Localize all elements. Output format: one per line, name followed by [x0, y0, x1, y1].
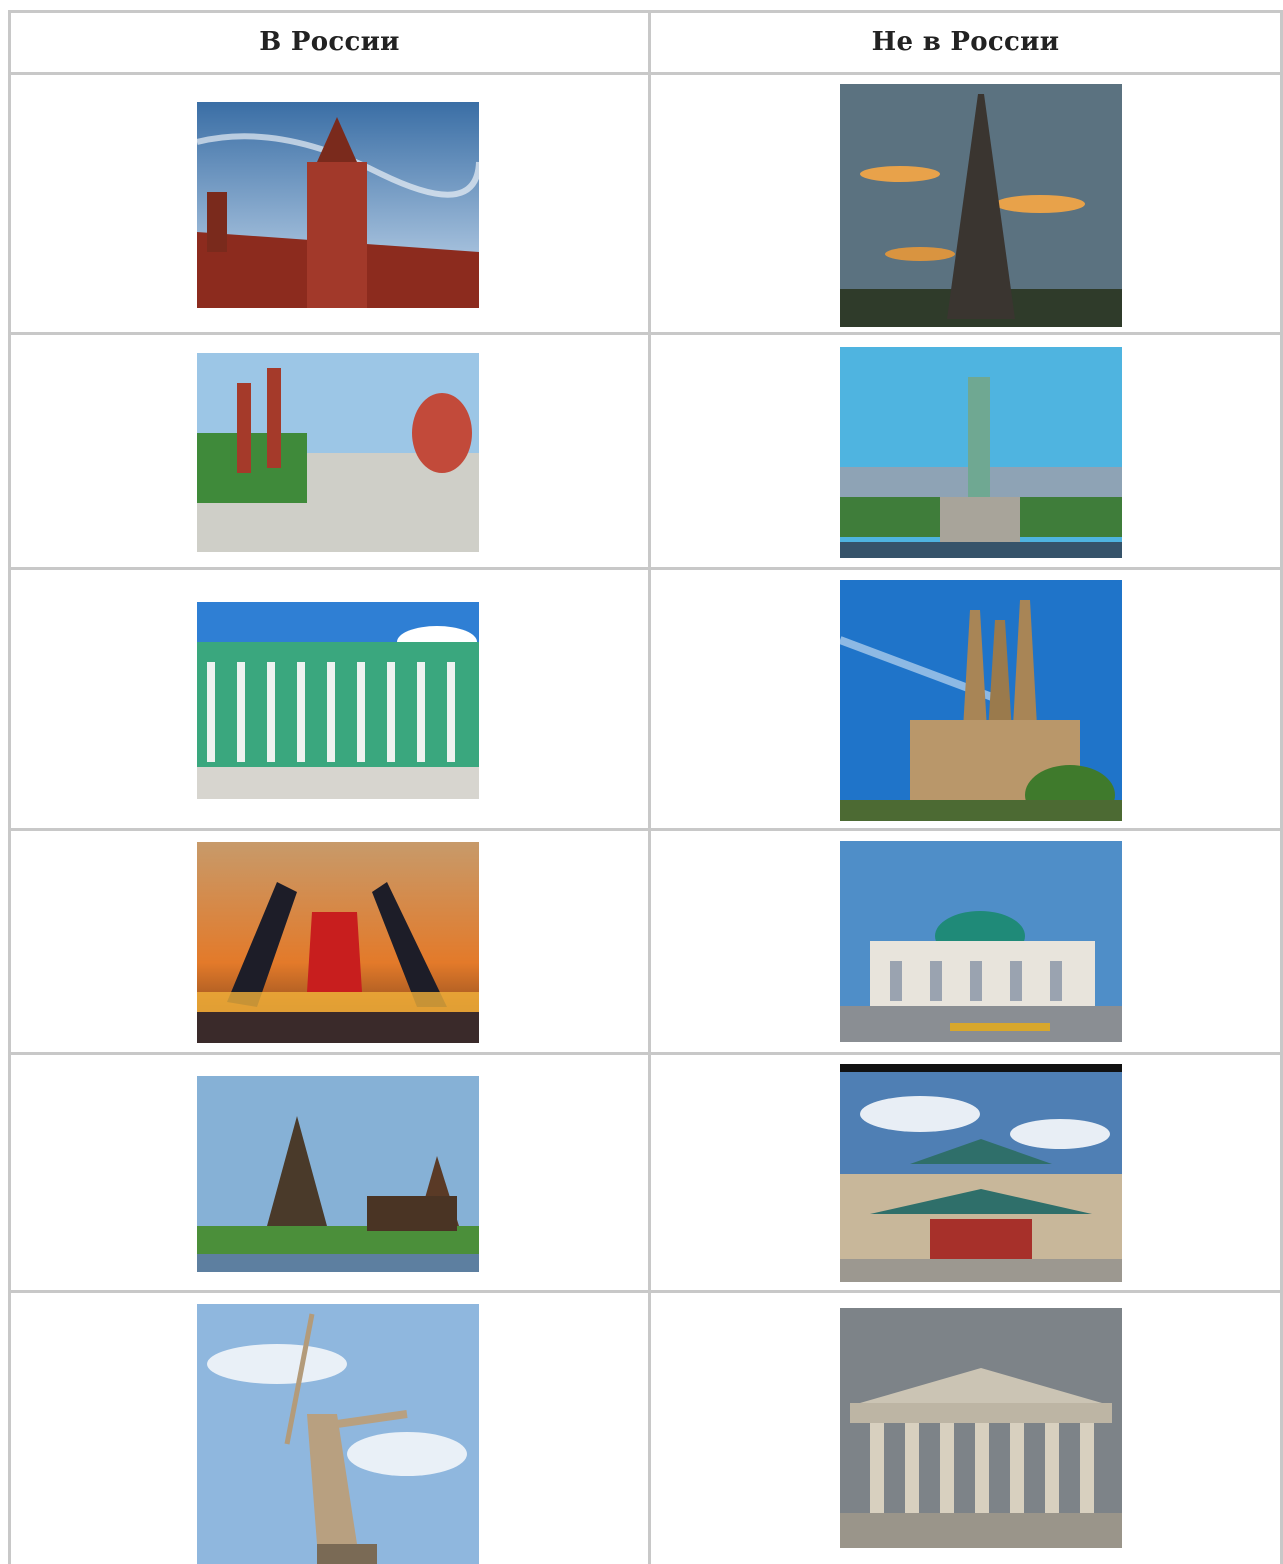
scarlet-sails-bridge-photo: [197, 842, 479, 1043]
eiffel-tower-photo: [840, 84, 1122, 327]
winter-palace-photo: [197, 602, 479, 799]
table-border-left: [8, 10, 11, 1564]
statue-of-liberty-photo: [840, 347, 1122, 558]
row-divider: [8, 1290, 1283, 1293]
row-divider: [8, 828, 1283, 831]
table-border-middle: [648, 10, 651, 1564]
header-in-russia: В России: [259, 27, 400, 57]
british-museum-photo: [840, 1308, 1122, 1548]
landmarks-table: В России Не в России: [8, 10, 1283, 1564]
row-divider: [8, 567, 1283, 570]
row-divider: [8, 1052, 1283, 1055]
header-not-in-russia: Не в России: [871, 27, 1060, 57]
kizhi-wooden-churches-photo: [197, 1076, 479, 1272]
red-square-photo: [197, 353, 479, 552]
row-divider: [8, 332, 1283, 335]
sagrada-familia-photo: [840, 580, 1122, 821]
motherland-calls-statue-photo: [197, 1304, 479, 1564]
domed-museum-photo: [840, 841, 1122, 1042]
kremlin-spasskaya-tower-photo: [197, 102, 479, 308]
chinese-style-building-photo: [840, 1064, 1122, 1282]
